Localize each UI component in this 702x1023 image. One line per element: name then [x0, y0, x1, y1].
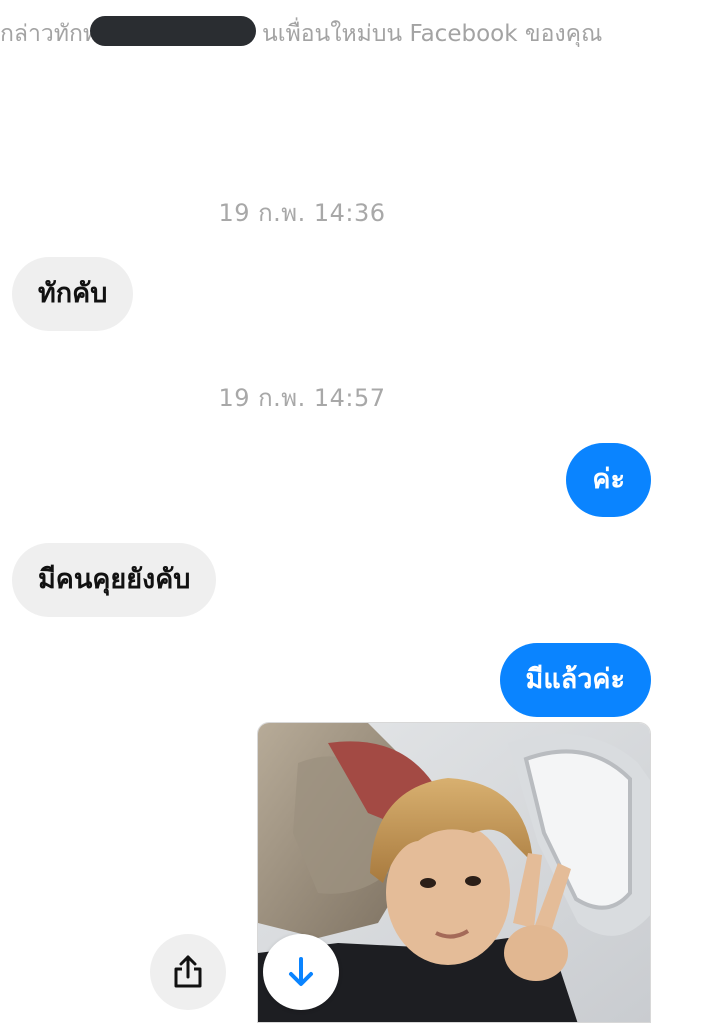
friend-intro-banner: กล่าวทักท นเพื่อนใหม่บน Facebook ของคุณ: [0, 14, 702, 50]
redacted-name: [90, 16, 256, 46]
outgoing-message[interactable]: มีแล้วค่ะ: [499, 643, 651, 717]
share-button[interactable]: [150, 934, 226, 1010]
timestamp: 19 ก.พ. 14:57: [218, 384, 386, 412]
download-button[interactable]: [263, 934, 339, 1010]
share-icon: [174, 955, 202, 988]
incoming-message[interactable]: ทักคับ: [12, 257, 134, 331]
download-arrow-icon: [289, 957, 313, 986]
incoming-message[interactable]: มีคนคุยยังคับ: [12, 543, 217, 617]
outgoing-message[interactable]: ค่ะ: [566, 443, 651, 517]
intro-text-end: นเพื่อนใหม่บน Facebook ของคุณ: [262, 21, 603, 47]
intro-text-start: กล่าวทักท: [0, 21, 99, 47]
timestamp: 19 ก.พ. 14:36: [218, 199, 386, 227]
